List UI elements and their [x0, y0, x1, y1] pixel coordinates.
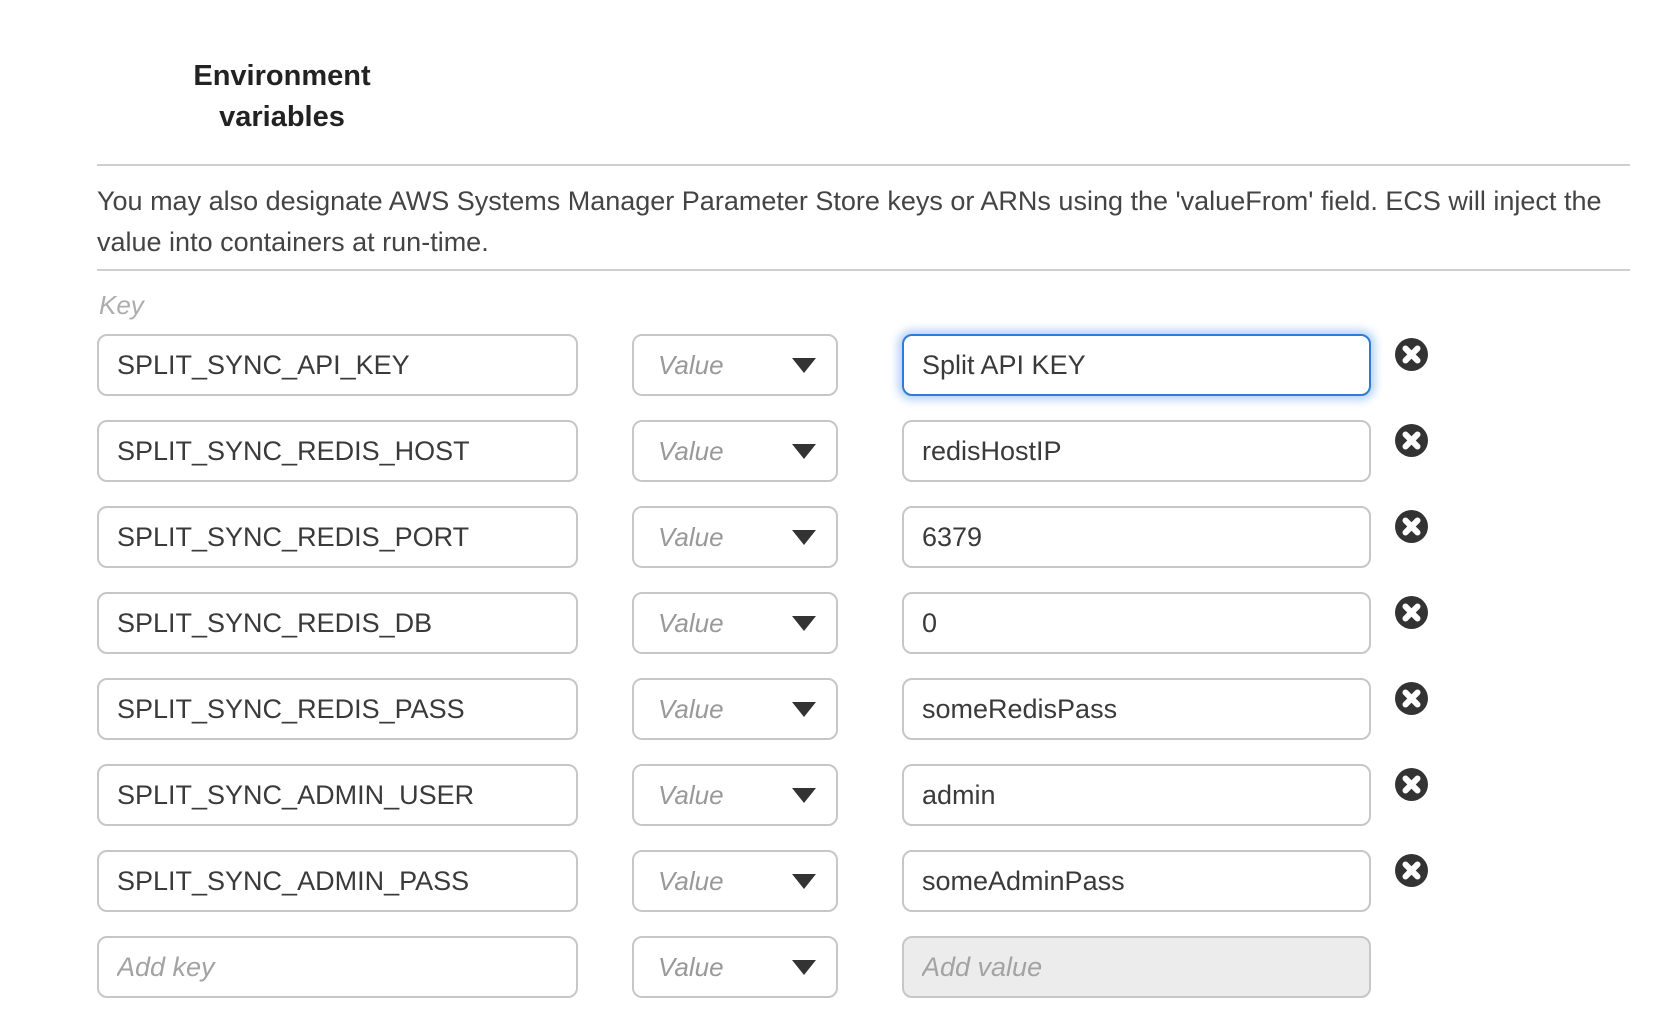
x-circle-icon — [1395, 854, 1428, 887]
x-circle-icon — [1395, 768, 1428, 801]
remove-row-button[interactable] — [1395, 768, 1428, 801]
caret-down-icon — [792, 788, 816, 803]
env-var-row-2: Value — [97, 420, 1428, 482]
env-value-input[interactable] — [902, 334, 1371, 396]
env-key-input[interactable] — [97, 420, 578, 482]
env-key-input[interactable] — [97, 764, 578, 826]
value-type-dropdown[interactable]: Value — [632, 506, 838, 568]
env-var-row-1: Value — [97, 334, 1428, 396]
remove-row-button[interactable] — [1395, 424, 1428, 457]
env-value-input[interactable] — [902, 764, 1371, 826]
caret-down-icon — [792, 530, 816, 545]
value-type-dropdown[interactable]: Value — [632, 936, 838, 998]
caret-down-icon — [792, 702, 816, 717]
x-circle-icon — [1395, 338, 1428, 371]
x-circle-icon — [1395, 596, 1428, 629]
key-column-header: Key — [99, 290, 144, 321]
x-circle-icon — [1395, 682, 1428, 715]
caret-down-icon — [792, 444, 816, 459]
env-key-input[interactable] — [97, 678, 578, 740]
remove-row-button[interactable] — [1395, 682, 1428, 715]
env-key-input[interactable] — [97, 506, 578, 568]
env-var-add-row: Value — [97, 936, 1428, 998]
value-type-dropdown[interactable]: Value — [632, 764, 838, 826]
env-key-input[interactable] — [97, 592, 578, 654]
env-var-rows: Value Value Value — [97, 334, 1428, 1018]
value-type-dropdown[interactable]: Value — [632, 678, 838, 740]
x-circle-icon — [1395, 510, 1428, 543]
environment-variables-section: Environment variables You may also desig… — [0, 0, 1678, 1018]
remove-row-button[interactable] — [1395, 510, 1428, 543]
env-key-input[interactable] — [97, 334, 578, 396]
env-value-input[interactable] — [902, 678, 1371, 740]
remove-row-button[interactable] — [1395, 854, 1428, 887]
x-circle-icon — [1395, 424, 1428, 457]
value-type-selected: Value — [658, 952, 792, 983]
value-type-selected: Value — [658, 780, 792, 811]
value-type-dropdown[interactable]: Value — [632, 592, 838, 654]
env-value-input[interactable] — [902, 506, 1371, 568]
value-type-selected: Value — [658, 694, 792, 725]
add-value-input[interactable] — [902, 936, 1371, 998]
value-type-selected: Value — [658, 350, 792, 381]
env-key-input[interactable] — [97, 850, 578, 912]
value-type-dropdown[interactable]: Value — [632, 334, 838, 396]
caret-down-icon — [792, 960, 816, 975]
caret-down-icon — [792, 358, 816, 373]
env-value-input[interactable] — [902, 592, 1371, 654]
add-key-input[interactable] — [97, 936, 578, 998]
divider-top — [97, 164, 1630, 166]
value-type-selected: Value — [658, 436, 792, 467]
remove-row-button[interactable] — [1395, 338, 1428, 371]
value-type-selected: Value — [658, 608, 792, 639]
value-type-dropdown[interactable]: Value — [632, 850, 838, 912]
env-var-row-5: Value — [97, 678, 1428, 740]
value-type-selected: Value — [658, 866, 792, 897]
value-type-dropdown[interactable]: Value — [632, 420, 838, 482]
caret-down-icon — [792, 616, 816, 631]
env-var-row-6: Value — [97, 764, 1428, 826]
remove-row-button[interactable] — [1395, 596, 1428, 629]
env-var-row-4: Value — [97, 592, 1428, 654]
caret-down-icon — [792, 874, 816, 889]
env-value-input[interactable] — [902, 850, 1371, 912]
section-title: Environment variables — [172, 56, 392, 138]
env-var-row-3: Value — [97, 506, 1428, 568]
value-type-selected: Value — [658, 522, 792, 553]
env-value-input[interactable] — [902, 420, 1371, 482]
section-description: You may also designate AWS Systems Manag… — [97, 181, 1630, 263]
divider-bottom — [97, 269, 1630, 271]
env-var-row-7: Value — [97, 850, 1428, 912]
